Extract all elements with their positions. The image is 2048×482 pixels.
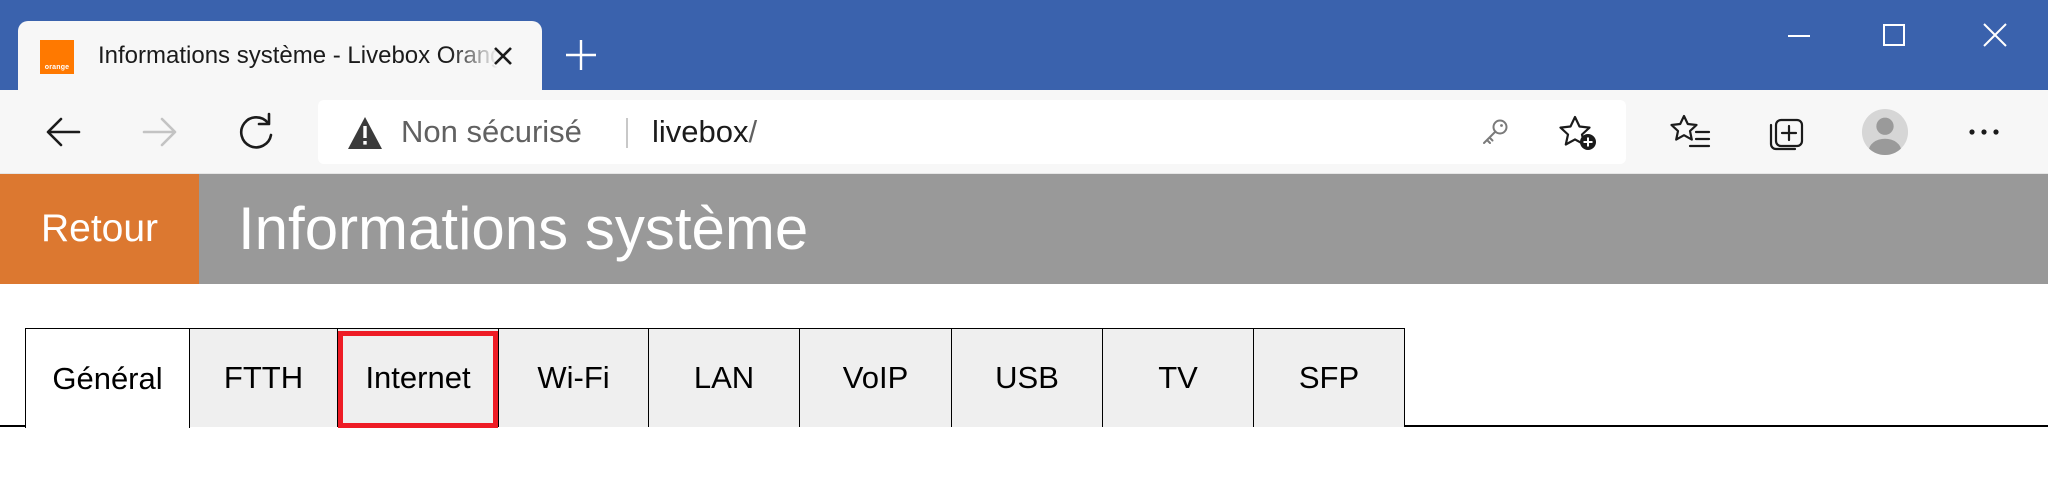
url-host: livebox	[652, 114, 749, 149]
address-bar[interactable]: Non sécurisé livebox/	[318, 100, 1626, 164]
minimize-window-icon[interactable]	[1784, 20, 1814, 50]
browser-toolbar: Non sécurisé livebox/	[0, 90, 2048, 174]
favicon-text: orange	[44, 64, 70, 71]
url-divider	[626, 118, 628, 148]
url-path: /	[748, 114, 758, 149]
tab-sfp[interactable]: SFP	[1253, 328, 1405, 427]
favorites-list-icon[interactable]	[1666, 108, 1714, 156]
security-status-label[interactable]: Non sécurisé	[401, 100, 582, 164]
key-icon[interactable]	[1480, 117, 1510, 147]
browser-tab[interactable]: orange Informations système - Livebox Or…	[18, 21, 542, 90]
tab-ftth[interactable]: FTTH	[189, 328, 338, 427]
tab-title: Informations système - Livebox Orange	[98, 42, 498, 69]
page-title: Informations système	[238, 195, 809, 262]
tab-usb[interactable]: USB	[951, 328, 1103, 427]
back-button[interactable]: Retour	[0, 174, 199, 284]
tab-general[interactable]: Général	[25, 328, 190, 428]
reload-icon[interactable]	[232, 108, 280, 156]
close-tab-icon[interactable]	[488, 41, 518, 71]
more-dots-icon[interactable]	[1960, 108, 2008, 156]
back-arrow-icon[interactable]	[39, 108, 87, 156]
avatar-icon[interactable]	[1861, 108, 1909, 156]
browser-titlebar: orange Informations système - Livebox Or…	[0, 0, 2048, 90]
tab-tv[interactable]: TV	[1102, 328, 1254, 427]
warning-triangle-icon[interactable]	[347, 116, 383, 150]
tab-internet[interactable]: Internet	[337, 328, 499, 427]
forward-arrow-icon[interactable]	[136, 108, 184, 156]
info-tabs: Général FTTH Internet Wi-Fi LAN VoIP USB…	[0, 328, 2048, 428]
new-tab-icon[interactable]	[562, 36, 600, 74]
close-window-icon[interactable]	[1980, 20, 2010, 50]
collections-icon[interactable]	[1762, 108, 1810, 156]
url-field[interactable]: livebox/	[652, 100, 757, 164]
tab-voip[interactable]: VoIP	[799, 328, 952, 427]
tab-wifi[interactable]: Wi-Fi	[498, 328, 649, 427]
maximize-window-icon[interactable]	[1879, 20, 1909, 50]
orange-favicon-icon: orange	[40, 40, 74, 74]
tab-lan[interactable]: LAN	[648, 328, 800, 427]
star-plus-icon[interactable]	[1558, 114, 1598, 152]
page-header: Retour Informations système	[0, 174, 2048, 284]
